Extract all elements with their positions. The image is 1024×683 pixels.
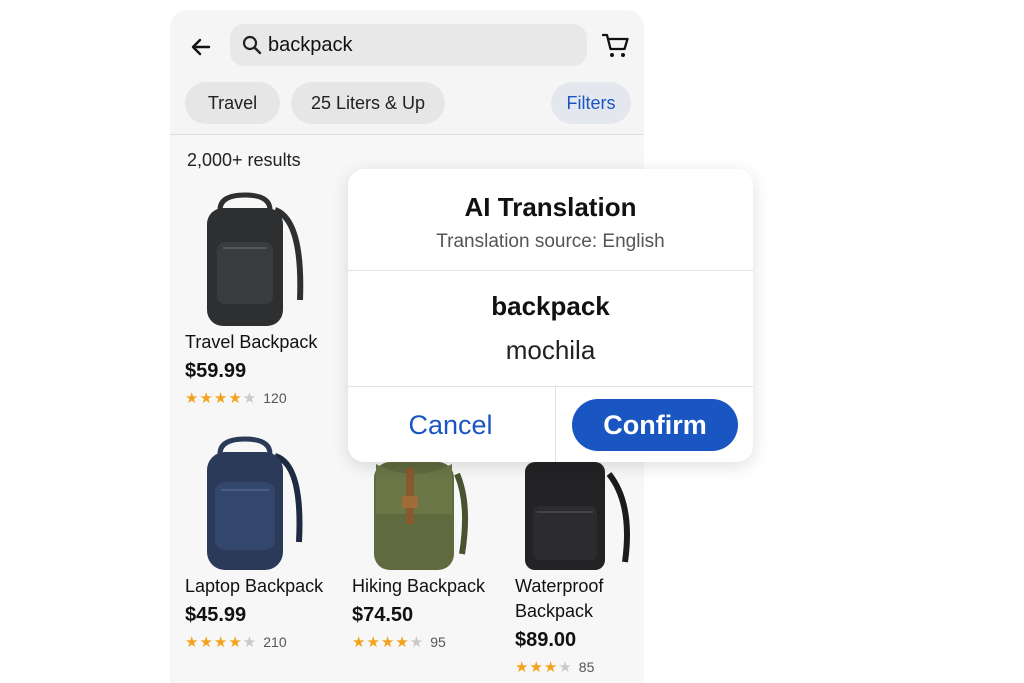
product-card[interactable]: Hiking Backpack $74.50 ★★★★★ 95 bbox=[352, 434, 512, 651]
filter-chip-25-liters[interactable]: 25 Liters & Up bbox=[291, 82, 445, 124]
dialog-title: AI Translation bbox=[464, 192, 637, 222]
filter-chip-travel[interactable]: Travel bbox=[185, 82, 280, 124]
cart-icon bbox=[602, 33, 629, 57]
top-bar: Travel 25 Liters & Up Filters bbox=[170, 10, 644, 135]
product-rating: ★★★★★ 210 bbox=[185, 633, 345, 651]
search-icon bbox=[240, 33, 264, 57]
product-name[interactable]: Hiking Backpack bbox=[352, 574, 512, 599]
back-button[interactable] bbox=[184, 30, 218, 64]
source-word: backpack bbox=[491, 291, 610, 321]
product-image bbox=[185, 190, 305, 330]
product-rating: ★★★★★ 120 bbox=[185, 389, 345, 407]
cart-button[interactable] bbox=[600, 30, 632, 62]
search-bar[interactable] bbox=[230, 24, 587, 66]
divider bbox=[555, 386, 556, 462]
cancel-button[interactable]: Cancel bbox=[368, 399, 533, 451]
star-rating-icon: ★★★★★ bbox=[352, 634, 425, 651]
review-count: 85 bbox=[578, 659, 595, 675]
back-arrow-icon bbox=[191, 38, 211, 56]
dialog-subtitle: Translation source: English bbox=[436, 231, 665, 252]
confirm-button[interactable]: Confirm bbox=[572, 399, 738, 451]
star-rating-icon: ★★★★★ bbox=[185, 634, 258, 651]
divider bbox=[348, 386, 753, 387]
product-price: $45.99 bbox=[185, 604, 247, 626]
star-rating-icon: ★★★★ bbox=[515, 659, 573, 676]
product-card[interactable]: Waterproof Backpack $89.00 ★★★★ 85 bbox=[515, 434, 645, 676]
product-card[interactable]: Laptop Backpack $45.99 ★★★★★ 210 bbox=[185, 434, 345, 651]
product-rating: ★★★★ 85 bbox=[515, 658, 645, 676]
results-count: 2,000+ results bbox=[187, 150, 301, 170]
ai-translation-dialog: AI Translation Translation source: Engli… bbox=[348, 169, 753, 462]
divider bbox=[348, 270, 753, 271]
review-count: 210 bbox=[263, 634, 287, 650]
product-price: $89.00 bbox=[515, 629, 577, 651]
product-name[interactable]: Waterproof Backpack bbox=[515, 574, 645, 624]
product-price: $59.99 bbox=[185, 360, 247, 382]
product-rating: ★★★★★ 95 bbox=[352, 633, 512, 651]
star-rating-icon: ★★★★★ bbox=[185, 390, 258, 407]
review-count: 95 bbox=[430, 634, 446, 650]
product-name[interactable]: Travel Backpack bbox=[185, 330, 345, 355]
product-price: $74.50 bbox=[352, 604, 414, 626]
product-card[interactable]: Travel Backpack $59.99 ★★★★★ 120 bbox=[185, 190, 345, 407]
product-image bbox=[185, 434, 305, 574]
search-input[interactable] bbox=[268, 33, 568, 57]
filters-button[interactable]: Filters bbox=[551, 82, 631, 124]
review-count: 120 bbox=[263, 390, 287, 406]
translated-word: mochila bbox=[505, 335, 596, 365]
product-name[interactable]: Laptop Backpack bbox=[185, 574, 345, 599]
